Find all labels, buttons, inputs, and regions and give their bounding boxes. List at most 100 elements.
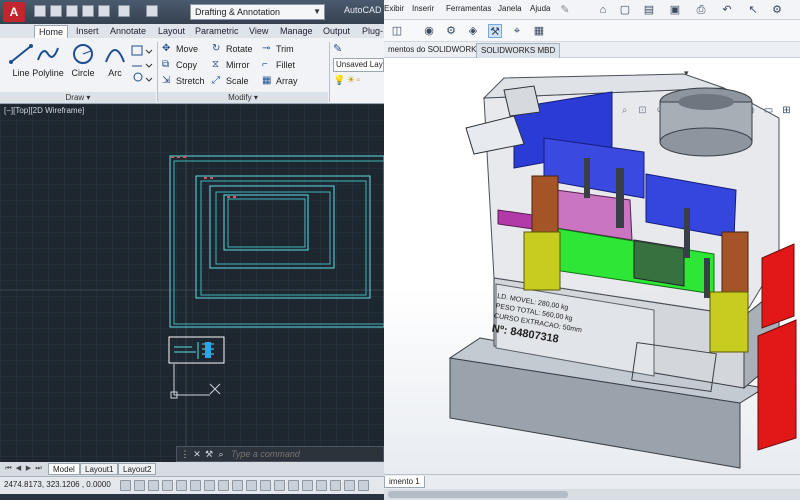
cad-drawing[interactable]	[0, 104, 384, 462]
tab-solidworks-addins[interactable]: mentos do SOLIDWORKS	[384, 43, 486, 58]
last-tab-icon[interactable]: ⏭	[34, 463, 43, 474]
scrollbar-thumb[interactable]	[388, 491, 568, 498]
menu-janela[interactable]: Janela	[498, 4, 522, 13]
mirror-tool[interactable]: ⧖ Mirror	[212, 58, 250, 72]
open-folder-icon[interactable]: ▤	[642, 3, 656, 17]
redo-icon[interactable]	[146, 5, 158, 17]
tab-parametric[interactable]: Parametric	[191, 25, 243, 38]
plot-icon[interactable]	[98, 5, 110, 17]
new-document-icon[interactable]: ▢	[618, 3, 632, 17]
arc-tool[interactable]: Arc	[100, 42, 130, 86]
tab-model[interactable]: Model	[48, 463, 80, 475]
grid-icon[interactable]	[148, 480, 159, 491]
tab-home[interactable]: Home	[34, 25, 69, 38]
next-tab-icon[interactable]: ▶	[24, 463, 33, 474]
tab-insert[interactable]: Insert	[72, 25, 103, 38]
solidworks-footer: imento 1	[384, 474, 800, 500]
undo-icon[interactable]	[118, 5, 130, 17]
tab-manage[interactable]: Manage	[276, 25, 317, 38]
clean-screen-icon[interactable]	[358, 480, 369, 491]
ducs-icon[interactable]	[218, 480, 229, 491]
tab-solidworks-mbd[interactable]: SOLIDWORKS MBD	[476, 43, 561, 58]
hardware-accel-icon[interactable]	[344, 480, 355, 491]
tab-annotate[interactable]: Annotate	[106, 25, 150, 38]
layer-select[interactable]: Unsaved Lay	[333, 58, 384, 72]
grip-icon[interactable]: ⋮	[179, 448, 191, 460]
wrench-icon[interactable]: ⚒	[203, 448, 215, 460]
home-icon[interactable]: ⌂	[596, 3, 610, 17]
tab-view[interactable]: View	[245, 25, 272, 38]
tab-model-footer[interactable]: imento 1	[384, 476, 425, 488]
menu-ferramentas[interactable]: Ferramentas	[446, 4, 491, 13]
tab-layout2[interactable]: Layout2	[118, 463, 157, 475]
trim-tool[interactable]: ⊸ Trim	[262, 42, 294, 56]
drawing-canvas[interactable]: [−][Top][2D Wireframe]	[0, 104, 384, 462]
array-tool[interactable]: ▦ Array	[262, 74, 298, 88]
modify-panel-label[interactable]: Modify ▾	[158, 92, 328, 103]
options-icon[interactable]: ⚙	[770, 3, 784, 17]
ortho-icon[interactable]	[162, 480, 173, 491]
transparency-icon[interactable]	[260, 480, 271, 491]
scale-tool[interactable]: ⤢ Scale	[212, 74, 249, 88]
layer-properties-icon[interactable]: ✎	[333, 42, 347, 56]
polyline-icon	[37, 47, 59, 61]
command-input[interactable]	[231, 448, 381, 460]
active-tool-icon[interactable]: ⚒	[488, 24, 502, 38]
menu-inserir[interactable]: Inserir	[412, 4, 434, 13]
assembly-icon[interactable]: ⚙	[444, 24, 458, 38]
stretch-tool[interactable]: ⇲ Stretch	[162, 74, 205, 88]
fillet-tool[interactable]: ⌐ Fillet	[262, 58, 295, 72]
dyn-icon[interactable]	[232, 480, 243, 491]
mold-model[interactable]	[384, 58, 800, 474]
trim-icon: ⊸	[262, 43, 271, 54]
tab-layout[interactable]: Layout	[154, 25, 189, 38]
otrack-icon[interactable]	[204, 480, 215, 491]
feature-icon[interactable]: ◉	[422, 24, 436, 38]
open-icon[interactable]	[50, 5, 62, 17]
mate-icon[interactable]: ◈	[466, 24, 480, 38]
save-icon[interactable]	[66, 5, 78, 17]
circle-tool[interactable]: Circle	[66, 42, 100, 86]
layer-state-icons[interactable]: 💡☀▫	[333, 75, 384, 87]
viewport-controls[interactable]: [−][Top][2D Wireframe]	[4, 106, 84, 115]
close-icon[interactable]: ✕	[191, 448, 203, 460]
tab-output[interactable]: Output	[319, 25, 354, 38]
undo-icon[interactable]: ↶	[720, 3, 734, 17]
menu-exibir[interactable]: Exibir	[384, 4, 404, 13]
new-icon[interactable]	[34, 5, 46, 17]
isolate-icon[interactable]	[330, 480, 341, 491]
snap-icon[interactable]	[134, 480, 145, 491]
workspace-icon[interactable]	[302, 480, 313, 491]
save-icon[interactable]: ▣	[668, 3, 682, 17]
tab-plugins[interactable]: Plug-	[358, 25, 384, 38]
first-tab-icon[interactable]: ⏮	[4, 463, 13, 474]
model-space-icon[interactable]	[120, 480, 131, 491]
measure-icon[interactable]: ⌖	[510, 24, 524, 38]
select-icon[interactable]: ↖	[746, 3, 760, 17]
grid-icon[interactable]: ▦	[532, 24, 546, 38]
save-as-icon[interactable]	[82, 5, 94, 17]
selection-cycle-icon[interactable]	[274, 480, 285, 491]
polar-icon[interactable]	[176, 480, 187, 491]
draw-panel-label[interactable]: Draw ▾	[0, 92, 156, 103]
osnap-icon[interactable]	[190, 480, 201, 491]
copy-tool[interactable]: ⧉ Copy	[162, 58, 197, 72]
model-viewport[interactable]: ⌕ ⊡ ↺ ◧ ◇ ◩ ◐ ◍ ▭ ⊞ ▾	[384, 58, 800, 474]
tab-layout1[interactable]: Layout1	[80, 463, 119, 475]
lock-icon[interactable]	[316, 480, 327, 491]
workspace-select[interactable]: Drafting & Annotation ▼	[190, 4, 325, 20]
autocad-titlebar: A Drafting & Annotation ▼ AutoCAD	[0, 0, 384, 24]
sketch-icon[interactable]: ◫	[390, 24, 404, 38]
autocad-logo[interactable]: A	[3, 2, 25, 22]
rotate-tool[interactable]: ↻ Rotate	[212, 42, 253, 56]
horizontal-scrollbar[interactable]	[384, 489, 800, 500]
polyline-tool[interactable]: Polyline	[30, 42, 66, 86]
move-tool[interactable]: ✥ Move	[162, 42, 198, 56]
print-icon[interactable]: ⎙	[694, 3, 708, 17]
annotation-icon[interactable]	[288, 480, 299, 491]
prev-tab-icon[interactable]: ◀	[14, 463, 23, 474]
draw-more-icons[interactable]	[130, 44, 154, 88]
menu-ajuda[interactable]: Ajuda	[530, 4, 550, 13]
lineweight-icon[interactable]	[246, 480, 257, 491]
pin-icon[interactable]: ✎	[558, 3, 572, 17]
